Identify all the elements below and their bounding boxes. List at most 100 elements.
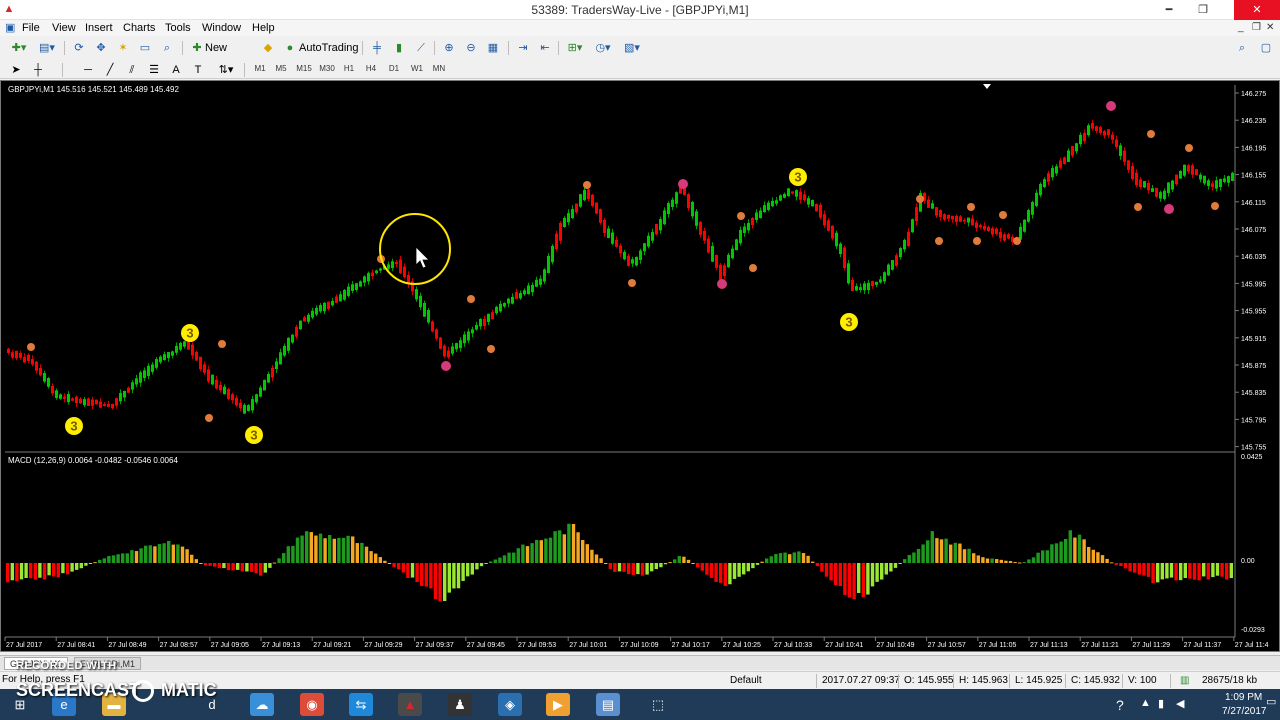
network-icon[interactable]: ▮ [1158, 697, 1164, 710]
kodi-icon[interactable]: ◈ [498, 693, 522, 716]
tray-time[interactable]: 1:09 PM [1225, 692, 1262, 703]
timeframe-m5[interactable]: M5 [273, 61, 289, 77]
autotrading-icon[interactable]: ● [282, 40, 298, 56]
candle-body [1083, 132, 1086, 142]
chat-icon[interactable]: ▢ [1258, 40, 1274, 56]
chart-shift-marker[interactable] [983, 84, 991, 89]
text-label-icon[interactable]: T [190, 62, 206, 78]
chrome-icon[interactable]: ◉ [300, 693, 324, 716]
price-chart[interactable]: 3 3 3 3 3 GBPJPYi,M1 145.516 145.521 145.489… [1, 81, 1279, 651]
tile-windows-icon[interactable]: ▦ [484, 40, 502, 56]
help-icon[interactable]: ? [1116, 697, 1124, 713]
macd-bar [397, 563, 401, 570]
crosshair-tool-icon[interactable]: ┼ [30, 62, 46, 78]
autotrading-button[interactable]: AutoTrading [299, 40, 359, 56]
timeframe-m30[interactable]: M30 [317, 61, 337, 77]
zoom-in-icon[interactable]: ⊕ [440, 40, 458, 56]
timeframe-d1[interactable]: D1 [386, 61, 402, 77]
macd-bar [38, 563, 42, 578]
macd-bar [52, 563, 56, 577]
volume-value: V: 100 [1128, 675, 1157, 686]
macd-label: -0.0293 [1241, 627, 1265, 634]
menu-tools[interactable]: Tools [165, 21, 191, 35]
periods-icon[interactable]: ◷▾ [592, 40, 614, 56]
metaeditor-icon[interactable]: ◆ [260, 40, 276, 56]
macd-bar [249, 563, 254, 572]
timeframe-w1[interactable]: W1 [409, 61, 425, 77]
candle-body [103, 404, 106, 407]
channel-icon[interactable]: ⫽ [124, 62, 140, 78]
notifications-icon[interactable]: ▭ [1266, 695, 1276, 708]
candle-body [1067, 150, 1070, 162]
new-order-icon[interactable]: ✚ [190, 40, 204, 56]
signal-dot [1164, 204, 1174, 214]
signal-dot [1134, 203, 1142, 211]
text-tool-icon[interactable]: A [168, 62, 184, 78]
candle-body [951, 215, 954, 220]
candle-body [799, 191, 802, 200]
snipping-tool-icon[interactable]: ⬚ [646, 693, 670, 716]
timeframe-h1[interactable]: H1 [341, 61, 357, 77]
timeframe-m15[interactable]: M15 [294, 61, 314, 77]
metatrader-icon[interactable]: ▲ [398, 693, 422, 716]
templates-icon[interactable]: ▧▾ [620, 40, 644, 56]
new-order-button[interactable]: New Order [205, 40, 255, 70]
line-chart-icon[interactable]: ⟋ [412, 40, 430, 56]
timeframe-m1[interactable]: M1 [252, 61, 268, 77]
macd-bar [838, 563, 842, 587]
search-icon[interactable]: ⌕ [1234, 40, 1250, 56]
candle-body [71, 398, 74, 401]
candle-body [523, 290, 526, 295]
macd-bar [1225, 563, 1229, 580]
app-icon[interactable]: ♟ [448, 693, 472, 716]
screencast-logo-icon [132, 680, 154, 702]
timeframe-h4[interactable]: H4 [363, 61, 379, 77]
notepad-icon[interactable]: ▤ [596, 693, 620, 716]
candle-body [587, 189, 590, 199]
market-watch-icon[interactable]: ⟳ [70, 40, 88, 56]
macd-bar [811, 561, 815, 563]
tray-date[interactable]: 7/27/2017 [1222, 706, 1267, 717]
mdi-minimize-icon[interactable]: _ [1238, 22, 1244, 34]
menu-charts[interactable]: Charts [123, 21, 155, 35]
candlestick-chart-icon[interactable]: ▮ [390, 40, 408, 56]
mdi-restore-icon[interactable]: ❐ [1252, 22, 1261, 34]
tray-chevron-icon[interactable]: ▲ [1140, 697, 1151, 709]
horizontal-line-icon[interactable]: ─ [80, 62, 96, 78]
menu-view[interactable]: View [52, 21, 76, 35]
strategy-tester-icon[interactable]: ⌕ [158, 40, 176, 56]
new-chart-icon[interactable]: ✚▾ [8, 40, 30, 56]
volume-icon[interactable]: ◀ [1176, 697, 1184, 710]
chart-shift-icon[interactable]: ⇤ [536, 40, 554, 56]
navigator-icon[interactable]: ✶ [114, 40, 132, 56]
profiles-icon[interactable]: ▤▾ [36, 40, 58, 56]
cloud-icon[interactable]: ☁ [250, 693, 274, 716]
media-player-icon[interactable]: ▶ [546, 693, 570, 716]
maximize-icon[interactable]: ❐ [1188, 0, 1218, 20]
terminal-icon[interactable]: ▭ [136, 40, 154, 56]
indicators-icon[interactable]: ⊞▾ [564, 40, 586, 56]
macd-bar [1137, 563, 1141, 575]
fibonacci-icon[interactable]: ☰ [146, 62, 162, 78]
chart-window-icon[interactable]: ▣ [5, 21, 15, 35]
chart-window[interactable]: 3 3 3 3 3 GBPJPYi,M1 145.516 145.521 145.489… [0, 80, 1280, 652]
arrows-tool-icon[interactable]: ⇅▾ [214, 62, 238, 78]
menu-window[interactable]: Window [202, 21, 241, 35]
cursor-tool-icon[interactable]: ➤ [8, 62, 24, 78]
macd-bar [751, 563, 755, 569]
close-icon[interactable]: ✕ [1234, 0, 1280, 20]
teamviewer-icon[interactable]: ⇆ [349, 693, 373, 716]
menu-file[interactable]: File [22, 21, 40, 35]
candle-body [631, 259, 634, 264]
autoscroll-icon[interactable]: ⇥ [514, 40, 532, 56]
trendline-icon[interactable]: ╱ [102, 62, 118, 78]
zoom-out-icon[interactable]: ⊖ [462, 40, 480, 56]
minimize-icon[interactable]: ━ [1154, 0, 1184, 20]
menu-help[interactable]: Help [252, 21, 275, 35]
bar-chart-icon[interactable]: ╪ [368, 40, 386, 56]
data-window-icon[interactable]: ✥ [92, 40, 110, 56]
menu-insert[interactable]: Insert [85, 21, 113, 35]
mdi-close-icon[interactable]: ✕ [1266, 22, 1274, 34]
timeframe-mn[interactable]: MN [430, 61, 448, 77]
macd-bar [1192, 563, 1197, 580]
